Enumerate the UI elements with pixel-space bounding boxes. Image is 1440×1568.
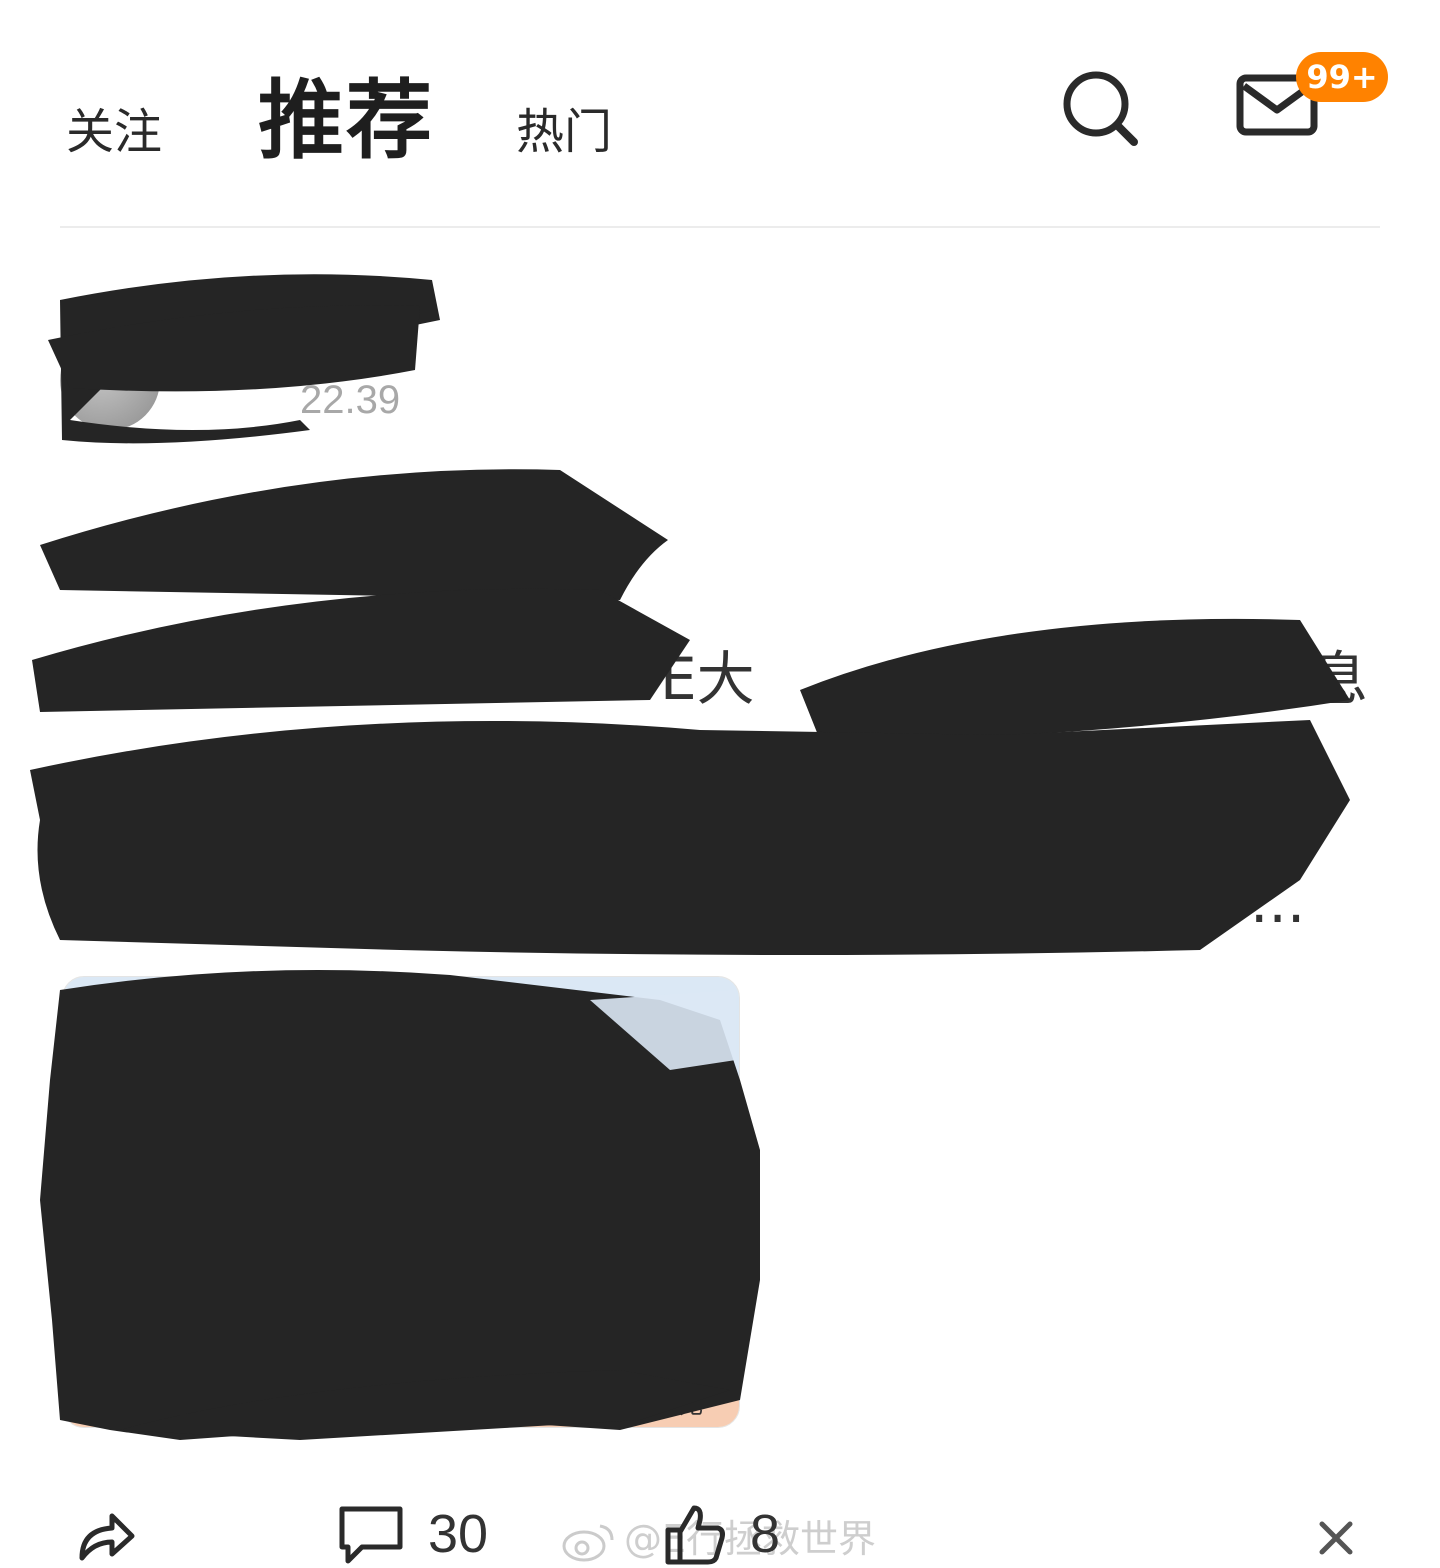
table-cell: 11500: [323, 1376, 473, 1427]
top-navigation: 关注 推荐 热门 99+: [0, 0, 1440, 228]
thumbs-up-icon: [665, 1505, 725, 1565]
table-cell: [183, 1376, 323, 1427]
comment-icon: [339, 1506, 403, 1564]
comment-button[interactable]: 30: [336, 1500, 488, 1568]
dismiss-button[interactable]: [1316, 1518, 1356, 1558]
like-count: 8: [750, 1504, 781, 1564]
share-button[interactable]: [74, 1500, 138, 1568]
table-cell: .92: [663, 1088, 739, 1132]
table-cell: [473, 1376, 618, 1427]
avatar[interactable]: [60, 330, 160, 430]
table-row: [63, 1131, 739, 1326]
share-icon: [79, 1513, 135, 1561]
post-text-ellipsis[interactable]: ...: [1250, 868, 1305, 936]
post-image[interactable]: 50 .92 26.70 33.82 11500 无: [62, 976, 740, 1428]
post-text-fragment: 息: [1310, 645, 1369, 713]
post-timestamp: 22.39: [300, 378, 401, 422]
table-cell: 33.82: [75, 1388, 136, 1415]
search-button[interactable]: [1060, 68, 1140, 148]
tab-recommend[interactable]: 推荐: [258, 50, 434, 175]
close-icon: [1319, 1521, 1353, 1555]
weibo-logo-icon: [562, 1524, 614, 1561]
image-table-header: [63, 977, 739, 1087]
header-divider: [60, 226, 1380, 228]
table-row: 50 .92: [63, 1087, 739, 1132]
table-row: 26.70: [63, 1325, 739, 1376]
like-button[interactable]: 8: [662, 1500, 780, 1568]
table-cell: 50: [383, 1088, 463, 1132]
tab-hot[interactable]: 热门: [516, 92, 612, 162]
table-cell: [323, 1326, 473, 1376]
comment-count: 30: [428, 1504, 489, 1564]
search-icon: [1063, 71, 1138, 146]
post-text-fragment: E大: [660, 645, 755, 713]
table-cell: [183, 1326, 323, 1376]
table-cell: 26.70: [75, 1337, 136, 1364]
table-cell: [473, 1326, 618, 1376]
notification-badge: 99+: [1296, 52, 1388, 102]
tab-follow[interactable]: 关注: [66, 92, 162, 162]
table-row: 33.82 11500 无: [63, 1375, 739, 1427]
table-cell: [618, 1326, 739, 1376]
table-cell: 无: [618, 1376, 739, 1427]
